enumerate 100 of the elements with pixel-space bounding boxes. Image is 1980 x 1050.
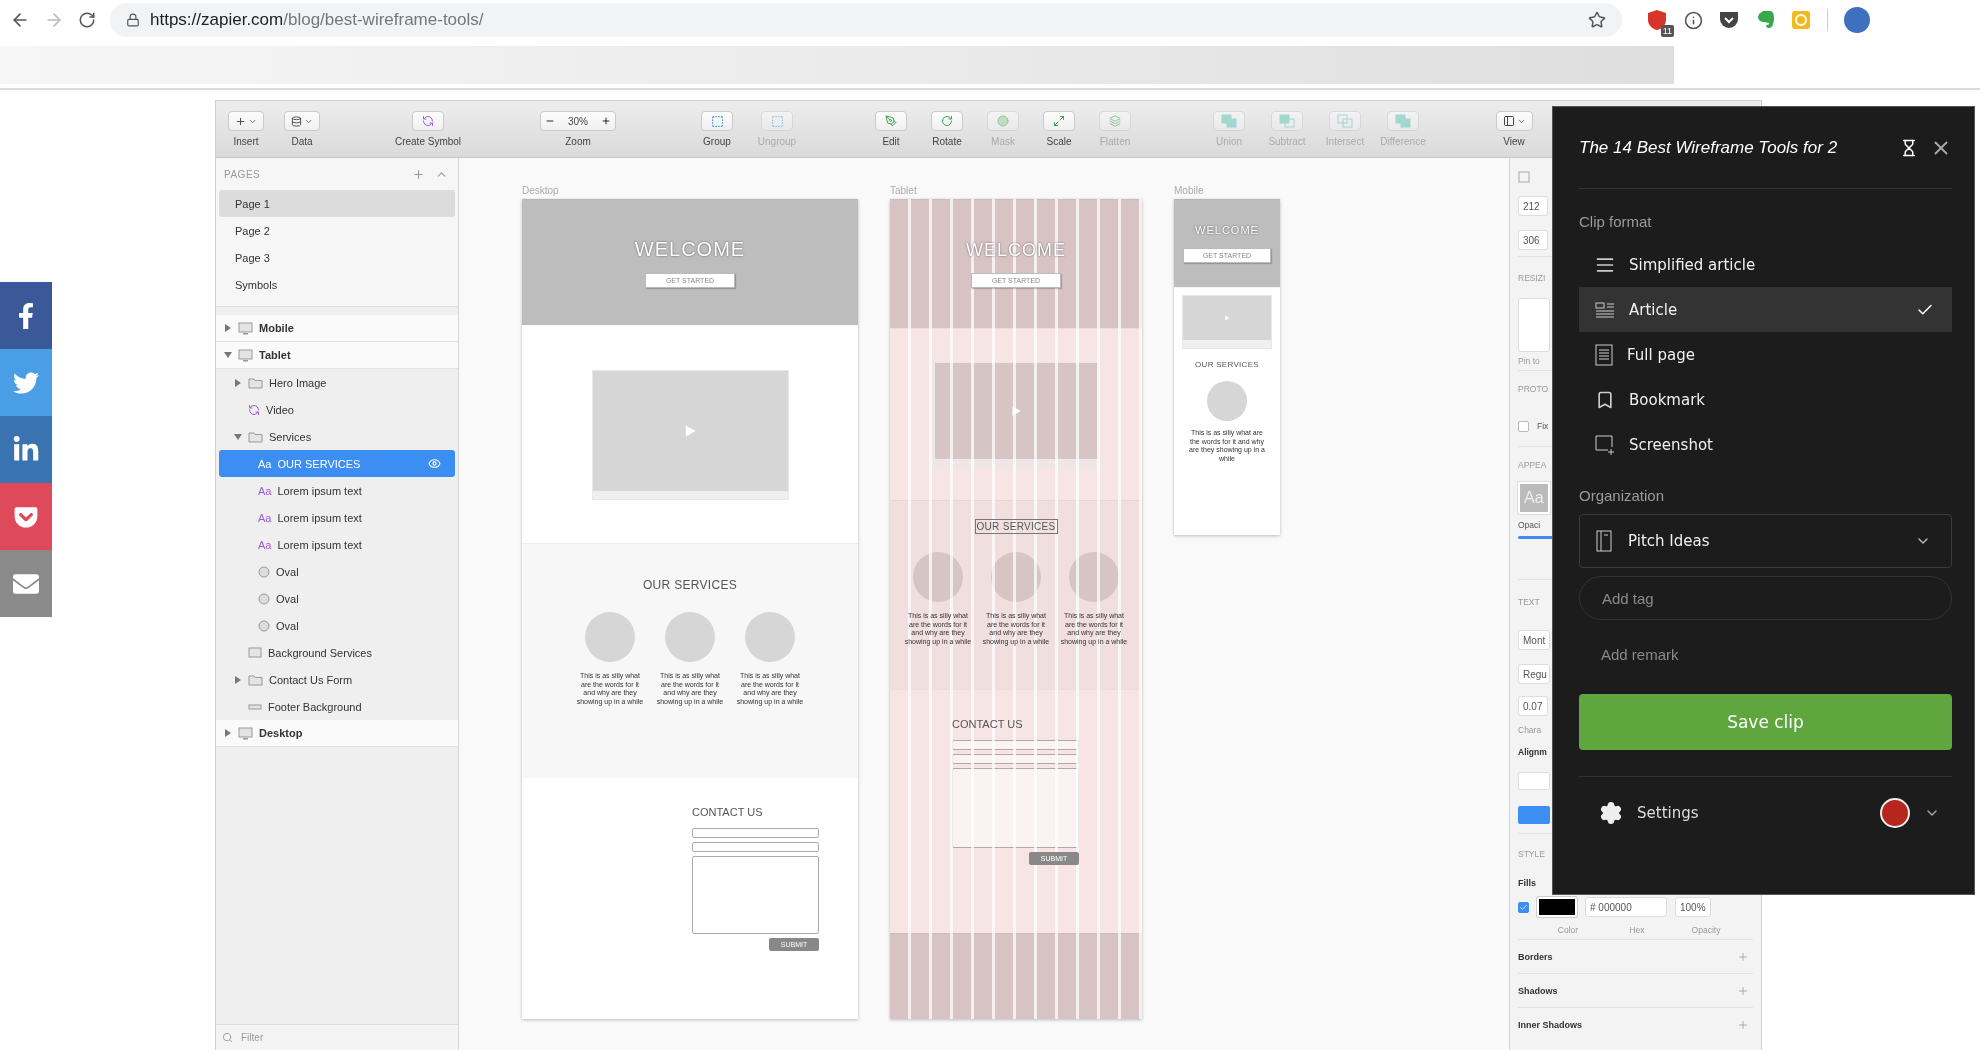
pocket-icon[interactable]: [1719, 11, 1739, 29]
plus-icon: [235, 115, 246, 127]
reload-icon[interactable]: [78, 11, 96, 29]
spacing-field[interactable]: 0.07: [1518, 696, 1548, 716]
toolbar-button[interactable]: Insert: [218, 111, 274, 147]
star-icon[interactable]: [1588, 11, 1606, 29]
squares-icon: [1395, 114, 1411, 128]
artboard-label: Desktop: [522, 185, 560, 197]
share-button[interactable]: [0, 349, 52, 416]
squares-icon: [1279, 114, 1295, 128]
caption: Opaci: [1518, 520, 1541, 530]
opacity-field[interactable]: 100%: [1675, 897, 1711, 917]
tag-field[interactable]: Add tag: [1579, 576, 1952, 620]
layer-row[interactable]: Oval: [216, 585, 458, 612]
triangle-down-icon: [234, 433, 242, 440]
page-item[interactable]: Page 1: [219, 190, 455, 217]
text-layer-icon: Aa: [258, 457, 272, 470]
circle-placeholder: [1207, 381, 1247, 421]
play-icon: [1224, 315, 1230, 321]
play-icon: [1010, 404, 1022, 417]
layer-row[interactable]: Oval: [216, 558, 458, 585]
share-button[interactable]: [0, 282, 52, 349]
user-avatar[interactable]: [1880, 797, 1910, 828]
toolbar-button[interactable]: Create Symbol: [383, 111, 473, 147]
layer-row[interactable]: Aa Lorem ipsum text: [216, 504, 458, 531]
format-option[interactable]: Screenshot: [1579, 422, 1952, 467]
screenshot-icon: [1595, 434, 1615, 455]
format-option[interactable]: Bookmark: [1579, 377, 1952, 422]
layer-row[interactable]: Mobile: [216, 315, 458, 342]
section-label: TEXT: [1518, 596, 1540, 607]
section-label: Clip format: [1579, 213, 1653, 230]
section-label: RESIZI: [1518, 272, 1546, 283]
eye-icon[interactable]: [428, 457, 441, 470]
triangle-right-icon: [235, 675, 241, 684]
hex-field[interactable]: # 000000: [1585, 897, 1667, 917]
share-button[interactable]: [0, 483, 52, 550]
share-button[interactable]: [0, 550, 52, 617]
share-button[interactable]: [0, 416, 52, 483]
triangle-down-icon: [224, 352, 232, 358]
settings-button[interactable]: Settings: [1599, 800, 1699, 825]
gear-icon: [1599, 800, 1623, 825]
profile-avatar[interactable]: [1844, 7, 1870, 33]
address-text: https://zapier.com/blog/best-wireframe-tools/: [150, 10, 485, 30]
layer-row[interactable]: Tablet: [216, 342, 458, 369]
toolbar-button[interactable]: View: [1489, 111, 1539, 147]
layer-row[interactable]: Oval: [216, 612, 458, 639]
expand-icon: [1053, 115, 1065, 127]
clip-title: The 14 Best Wireframe Tools for 2: [1579, 137, 1839, 158]
circle-placeholder: [991, 552, 1041, 602]
section-label: Fills: [1518, 878, 1536, 888]
layer-row[interactable]: Aa Lorem ipsum text: [216, 531, 458, 558]
checkbox[interactable]: [1518, 901, 1529, 913]
toolbar-button[interactable]: Group: [687, 111, 747, 147]
section-label: APPEA: [1518, 459, 1547, 470]
font-field[interactable]: Mont: [1518, 630, 1550, 650]
elephant-icon[interactable]: [1755, 10, 1775, 30]
color-swatch[interactable]: [1537, 897, 1577, 917]
layer-row[interactable]: Video: [216, 396, 458, 423]
layer-row[interactable]: Footer Background: [216, 693, 458, 720]
triangle-right-icon: [225, 324, 231, 332]
triangle-right-icon: [225, 729, 231, 737]
layer-row[interactable]: Contact Us Form: [216, 666, 458, 693]
hourglass-icon[interactable]: [1900, 138, 1918, 157]
circle-placeholder: [1069, 552, 1119, 602]
layer-row[interactable]: Hero Image: [216, 369, 458, 396]
format-option[interactable]: Simplified article: [1579, 242, 1952, 287]
toolbar-button[interactable]: Rotate: [919, 111, 975, 147]
notebook-dropdown[interactable]: Pitch Ideas: [1579, 514, 1952, 568]
weight-field[interactable]: Regu: [1518, 664, 1550, 684]
layer-row[interactable]: Services: [216, 423, 458, 450]
circle-placeholder: [913, 552, 963, 602]
layer-row[interactable]: Aa Lorem ipsum text: [216, 477, 458, 504]
caption: Chara: [1518, 725, 1542, 735]
checkbox[interactable]: [1518, 420, 1529, 432]
info-icon[interactable]: [1684, 10, 1703, 30]
address-bar[interactable]: https://zapier.com/blog/best-wireframe-tools/: [110, 3, 1622, 37]
rectangle-icon: [248, 647, 262, 658]
page-item[interactable]: Page 3: [219, 244, 455, 271]
remark-field[interactable]: Add remark: [1579, 634, 1952, 674]
number-field[interactable]: 212: [1518, 196, 1548, 216]
page-item[interactable]: Page 2: [219, 217, 455, 244]
section-heading: CONTACT US: [692, 806, 764, 818]
zoom-field[interactable]: 30%: [540, 111, 616, 131]
search-icon: [222, 1032, 233, 1043]
format-option[interactable]: Article: [1579, 287, 1952, 332]
toolbar-button[interactable]: Edit: [863, 111, 919, 147]
layer-row[interactable]: Desktop: [216, 720, 458, 747]
format-option[interactable]: Full page: [1579, 332, 1952, 377]
number-field[interactable]: 306: [1518, 230, 1548, 250]
plus-icon[interactable]: [601, 116, 611, 126]
artboard-label: Tablet: [890, 185, 918, 197]
squares-icon: [1221, 114, 1237, 128]
toolbar-button[interactable]: Scale: [1031, 111, 1087, 147]
layer-row[interactable]: Background Services: [216, 639, 458, 666]
toolbar-label: Zoom: [565, 136, 591, 147]
page-item[interactable]: Symbols: [219, 271, 455, 298]
notebook-icon: [1596, 530, 1612, 552]
refresh-icon: [422, 115, 434, 127]
toolbar-button[interactable]: Data: [274, 111, 330, 147]
article-icon: [1595, 300, 1615, 319]
